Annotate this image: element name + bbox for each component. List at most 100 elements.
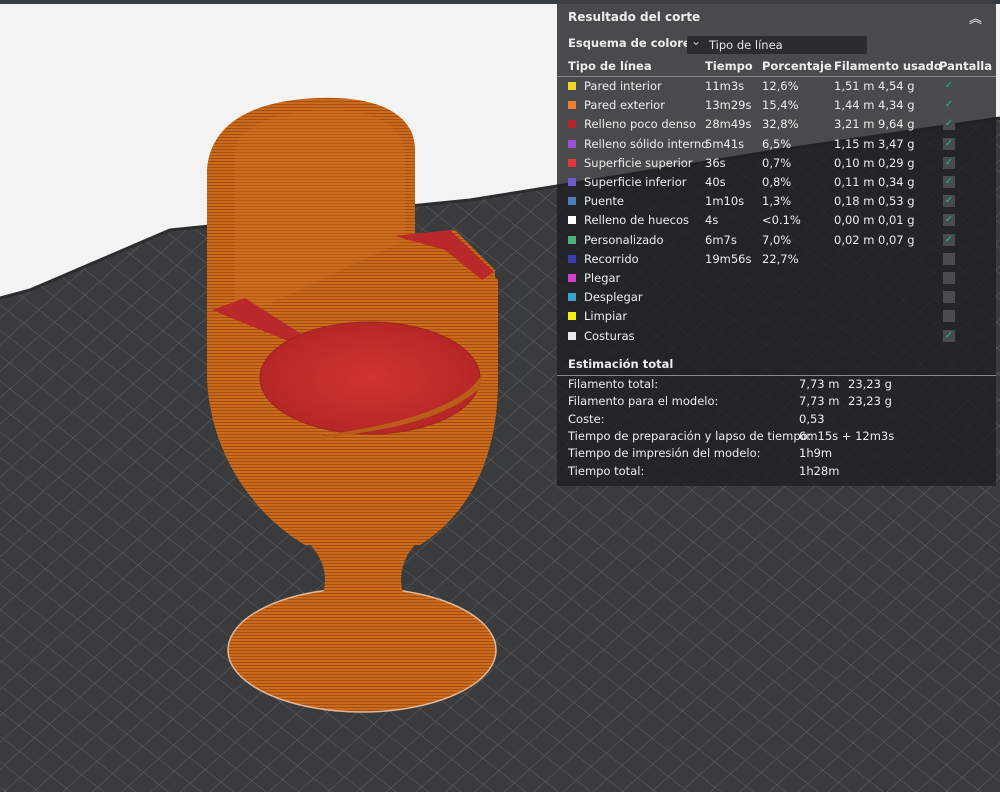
display-checkbox[interactable]: ✓	[943, 176, 955, 188]
table-row: Relleno sólido interno 5m41s 6,5% 1,15 m 3,4…	[557, 135, 996, 154]
color-swatch	[568, 331, 576, 340]
line-type-label: Pared exterior	[584, 98, 665, 113]
filament-weight: 9,64 g	[878, 117, 915, 132]
display-checkbox[interactable]: ✓	[943, 137, 955, 150]
table-row: Superficie superior 36s 0,7% 0,10 m 0,29 g ✓	[557, 154, 996, 173]
check-icon: ✓	[944, 118, 954, 130]
estimate-row: Filamento total: 7,73 m 23,23 g	[557, 376, 996, 393]
display-checkbox[interactable]: ✓	[943, 99, 955, 112]
check-icon: ✓	[945, 253, 953, 264]
line-type-label: Plegar	[584, 271, 621, 285]
percent-value: 22,7%	[762, 251, 799, 266]
check-icon: ✓	[945, 272, 953, 283]
display-checkbox[interactable]: ✓	[943, 291, 955, 304]
line-type-label: Superficie inferior	[584, 175, 687, 189]
estimate-label: Tiempo total:	[568, 463, 645, 478]
estimate-row: Tiempo de preparación y lapso de tiempo:…	[557, 428, 996, 445]
estimate-label: Tiempo de preparación y lapso de tiempo:	[568, 428, 812, 443]
filament-length: 1,15 m	[834, 136, 875, 151]
slice-result-panel: Resultado del corte ︽ Esquema de colores…	[557, 4, 996, 486]
display-checkbox[interactable]: ✓	[943, 118, 955, 131]
display-checkbox[interactable]: ✓	[943, 233, 955, 246]
estimate-label: Filamento para el modelo:	[568, 394, 719, 409]
column-header-percent: Porcentaje	[762, 59, 832, 73]
estimate-value: 0,53	[799, 411, 825, 426]
display-checkbox[interactable]: ✓	[943, 195, 955, 208]
estimate-value: 7,73 m	[799, 377, 840, 391]
color-scheme-label: Esquema de colores	[568, 36, 698, 50]
color-swatch	[568, 82, 576, 90]
estimate-row: Filamento para el modelo: 7,73 m 23,23 g	[557, 393, 996, 410]
table-row: Relleno de huecos 4s <0.1% 0,00 m 0,01 g ✓	[557, 211, 996, 230]
percent-value: 7,0%	[762, 232, 792, 247]
display-checkbox[interactable]: ✓	[943, 252, 955, 265]
time-value: 13m29s	[705, 98, 752, 113]
color-swatch	[568, 235, 576, 244]
filament-length: 0,10 m	[834, 155, 875, 170]
check-icon: ✓	[944, 99, 954, 111]
filament-weight: 4,34 g	[878, 98, 915, 113]
filament-length: 0,02 m	[834, 232, 875, 247]
display-checkbox[interactable]: ✓	[943, 80, 955, 92]
percent-value: 0,7%	[762, 155, 792, 170]
color-swatch	[568, 101, 576, 110]
color-swatch	[568, 178, 576, 186]
line-type-label: Personalizado	[584, 232, 664, 247]
percent-value: 6,5%	[762, 136, 792, 151]
percent-value: <0.1%	[762, 213, 801, 228]
estimate-value: 7,73 m	[799, 394, 840, 409]
color-swatch	[568, 312, 576, 321]
table-row: Puente 1m10s 1,3% 0,18 m 0,53 g ✓	[557, 192, 996, 211]
filament-weight: 0,53 g	[878, 194, 915, 209]
color-swatch	[568, 197, 576, 206]
color-swatch	[568, 274, 576, 282]
line-type-label: Desplegar	[584, 290, 643, 305]
time-value: 28m49s	[705, 117, 752, 132]
display-checkbox[interactable]: ✓	[943, 214, 955, 227]
line-type-label: Limpiar	[584, 309, 628, 324]
check-icon: ✓	[944, 195, 954, 207]
percent-value: 15,4%	[762, 98, 799, 113]
color-swatch	[568, 216, 576, 225]
time-value: 1m10s	[705, 194, 745, 209]
percent-value: 1,3%	[762, 194, 792, 209]
column-header-filament: Filamento usado	[834, 59, 942, 73]
estimate-row: Tiempo de impresión del modelo: 1h9m	[557, 445, 996, 462]
percent-value: 0,8%	[762, 175, 792, 189]
line-type-label: Costuras	[584, 328, 635, 343]
display-checkbox[interactable]: ✓	[943, 310, 955, 323]
column-header-type: Tipo de línea	[568, 59, 652, 73]
estimate-value: 1h9m	[799, 446, 833, 461]
display-checkbox[interactable]: ✓	[943, 329, 955, 342]
estimate-label: Filamento total:	[568, 377, 659, 391]
double-chevron-up-icon[interactable]: ︽	[969, 8, 982, 27]
filament-weight: 0,07 g	[878, 232, 915, 247]
color-swatch	[568, 139, 576, 148]
line-type-label: Superficie superior	[584, 155, 693, 170]
estimate-value-secondary: 23,23 g	[848, 394, 892, 409]
filament-length: 1,44 m	[834, 98, 875, 113]
display-checkbox[interactable]: ✓	[943, 272, 955, 284]
column-header-display: Pantalla	[939, 59, 992, 73]
line-type-label: Relleno de huecos	[584, 213, 690, 228]
color-scheme-dropdown[interactable]: ⌄ Tipo de línea	[687, 34, 867, 54]
chevron-down-icon: ⌄	[691, 34, 702, 48]
table-row: Superficie inferior 40s 0,8% 0,11 m 0,34 g ✓	[557, 173, 996, 192]
check-icon: ✓	[945, 291, 953, 302]
time-value: 19m56s	[705, 251, 752, 266]
table-row: Desplegar ✓	[557, 288, 996, 307]
time-value: 6m7s	[705, 232, 737, 247]
line-type-label: Relleno poco denso	[584, 117, 697, 132]
color-scheme-value: Tipo de línea	[709, 38, 783, 52]
check-icon: ✓	[944, 329, 954, 341]
check-icon: ✓	[944, 80, 954, 91]
display-checkbox[interactable]: ✓	[943, 156, 955, 169]
check-icon: ✓	[945, 310, 953, 321]
check-icon: ✓	[944, 176, 954, 187]
table-row: Personalizado 6m7s 7,0% 0,02 m 0,07 g ✓	[557, 231, 996, 250]
filament-weight: 0,34 g	[878, 175, 915, 189]
color-swatch	[568, 293, 576, 302]
time-value: 40s	[705, 175, 726, 189]
sliced-chair-model[interactable]	[207, 97, 498, 713]
panel-title: Resultado del corte	[568, 10, 701, 24]
